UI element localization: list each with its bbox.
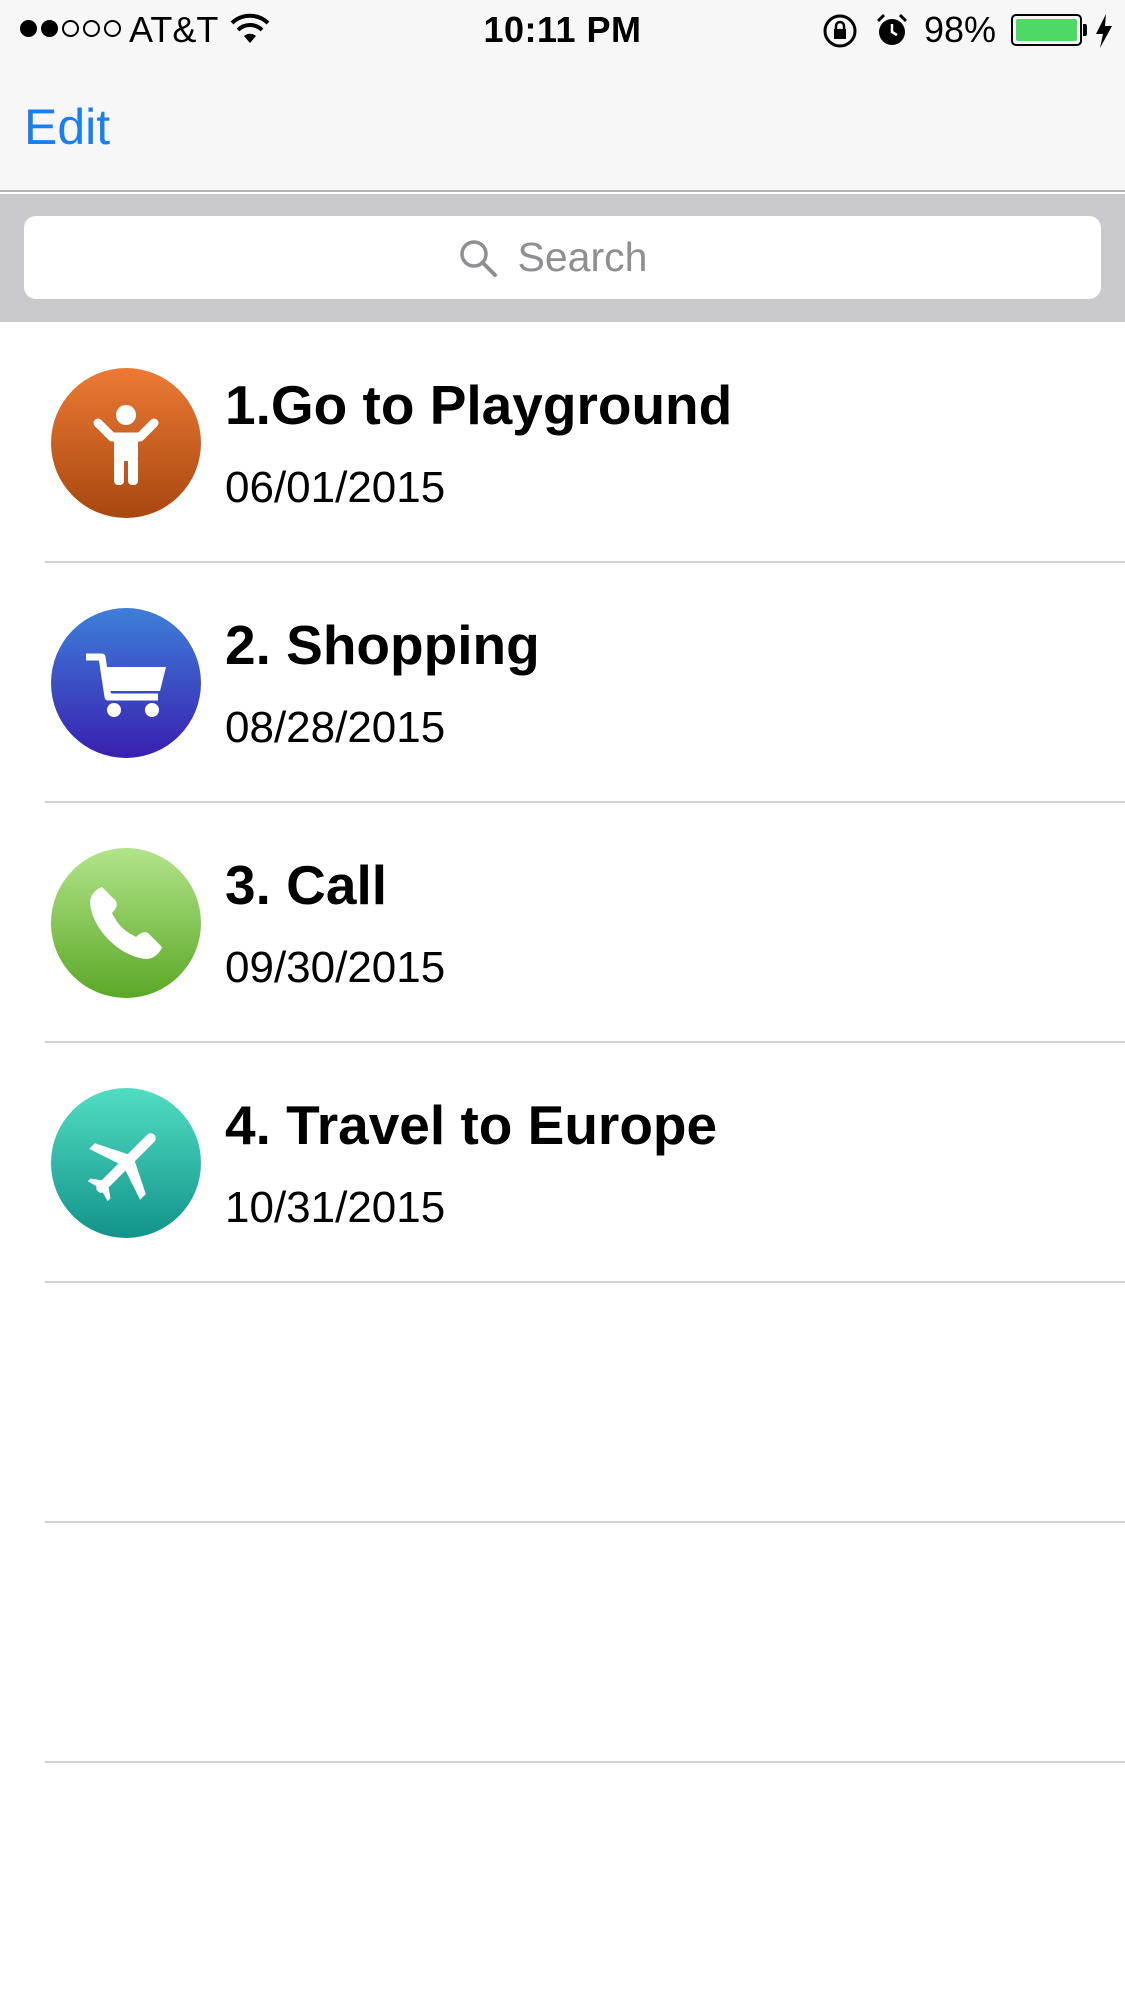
- search-icon: [459, 239, 497, 277]
- list-item[interactable]: 4. Travel to Europe 10/31/2015: [0, 1043, 1125, 1283]
- phone-icon: [90, 887, 162, 959]
- alarm-icon: [876, 13, 908, 45]
- avatar: [51, 368, 201, 518]
- navigation-bar: AT&T 10:11 PM 98% Edit: [0, 0, 1125, 192]
- battery-tip: [1083, 24, 1087, 36]
- empty-row: [0, 1283, 1125, 1523]
- status-bar: AT&T 10:11 PM 98%: [0, 0, 1125, 62]
- list-item[interactable]: 1.Go to Playground 06/01/2015: [0, 323, 1125, 563]
- charging-bolt-icon: [1096, 14, 1112, 48]
- battery-percentage: 98%: [924, 9, 997, 50]
- rotation-lock-icon: [823, 14, 857, 48]
- avatar: [51, 608, 201, 758]
- child-icon: [93, 405, 159, 485]
- battery-level: [1016, 19, 1077, 41]
- avatar: [51, 1088, 201, 1238]
- list-item[interactable]: 2. Shopping 08/28/2015: [0, 563, 1125, 803]
- item-date: 09/30/2015: [225, 943, 446, 992]
- list-item[interactable]: 3. Call 09/30/2015: [0, 803, 1125, 1043]
- task-list: 1.Go to Playground 06/01/2015 2. Shoppin…: [0, 323, 1125, 1763]
- item-title: 2. Shopping: [225, 614, 540, 676]
- edit-button[interactable]: Edit: [24, 98, 110, 156]
- item-date: 10/31/2015: [225, 1183, 446, 1232]
- search-field[interactable]: [24, 216, 1101, 299]
- avatar: [51, 848, 201, 998]
- item-title: 3. Call: [225, 854, 388, 916]
- empty-row: [0, 1523, 1125, 1763]
- airplane-icon: [87, 1133, 156, 1202]
- search-input[interactable]: [517, 234, 668, 281]
- shopping-cart-icon: [86, 653, 166, 717]
- item-date: 08/28/2015: [225, 703, 446, 752]
- item-title: 1.Go to Playground: [225, 374, 733, 436]
- search-bar: [0, 194, 1125, 322]
- item-date: 06/01/2015: [225, 463, 446, 512]
- battery-icon: [1011, 14, 1082, 46]
- item-title: 4. Travel to Europe: [225, 1094, 718, 1156]
